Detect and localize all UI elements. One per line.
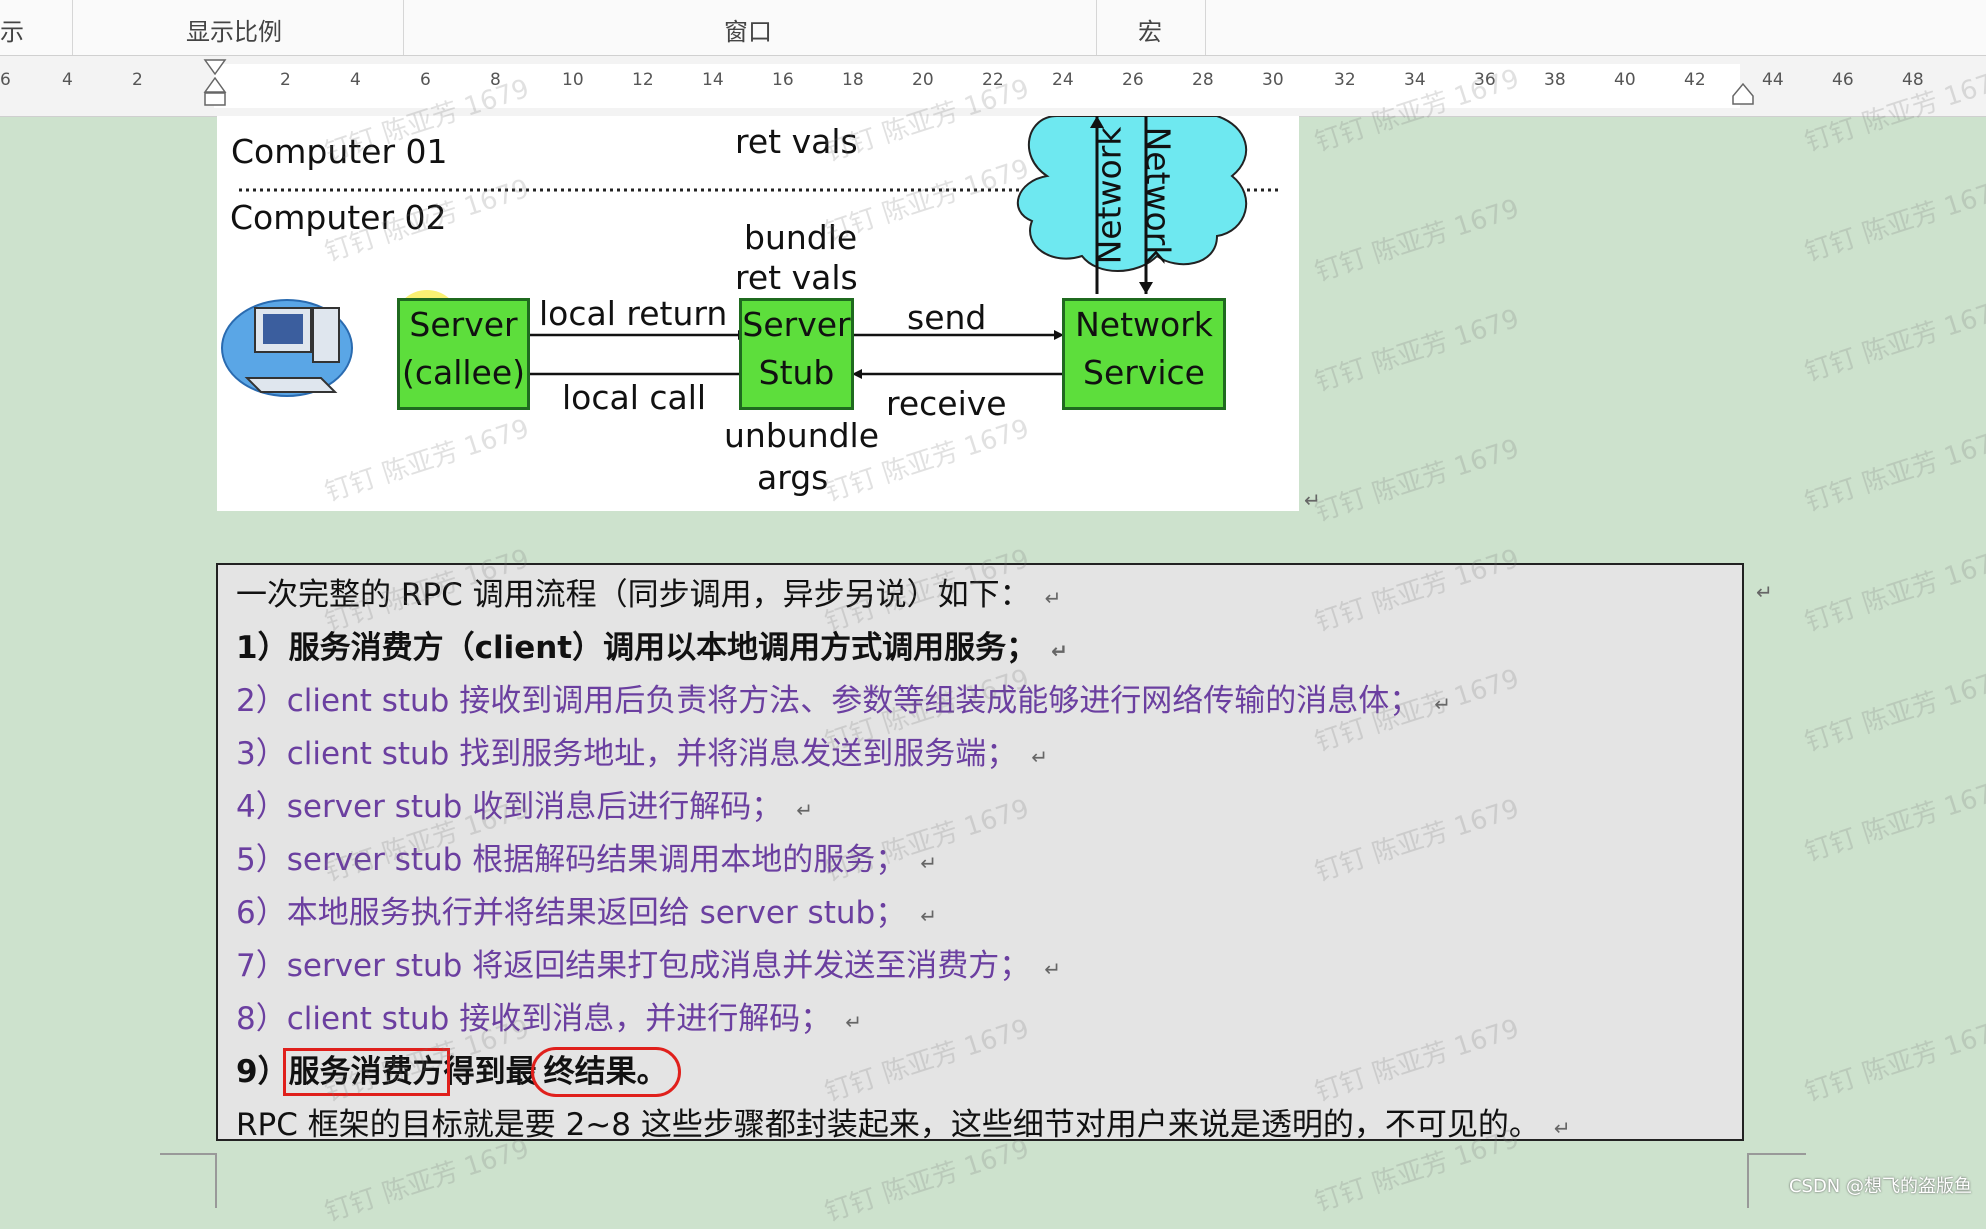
- step-1-text: 1）服务消费方（client）调用以本地调用方式调用服务；: [236, 630, 1038, 666]
- step-7-line: 7）server stub 将返回结果打包成消息并发送至消费方； ↵: [236, 940, 1061, 985]
- ruler-tick-label: 2: [132, 70, 143, 90]
- local-return-label: local return: [539, 294, 728, 333]
- paragraph-mark-icon: ↵: [1044, 586, 1062, 610]
- ribbon-group-show-label: 示: [0, 18, 24, 46]
- step-7-text: 7）server stub 将返回结果打包成消息并发送至消费方；: [236, 948, 1031, 984]
- ruler-tick-label: 46: [1832, 70, 1854, 90]
- ribbon-group-show[interactable]: 示: [0, 0, 73, 55]
- ruler-tick-label: 4: [62, 70, 73, 90]
- ruler-tick-label: 32: [1334, 70, 1356, 90]
- paragraph-mark-icon: ↵: [796, 798, 813, 822]
- step-2-text: 2）client stub 接收到调用后负责将方法、参数等组装成能够进行网络传输…: [236, 683, 1421, 719]
- rpc-diagram: Computer 01 Computer 02 ret vals bundle …: [217, 116, 1299, 511]
- watermark-text: 钉钉 陈亚芳 1679: [1801, 773, 1986, 869]
- ribbon-group-window[interactable]: 窗口: [404, 0, 1097, 55]
- paragraph-mark-icon: ↵: [1031, 745, 1048, 769]
- ruler-tick-label: 12: [632, 70, 654, 90]
- csdn-footer: CSDN @想飞的盗版鱼: [1788, 1176, 1972, 1197]
- paragraph-mark-icon: ↵: [845, 1010, 862, 1034]
- paragraph-mark-icon: ↵: [1756, 580, 1773, 604]
- local-call-label: local call: [562, 378, 707, 417]
- step-8-text: 8）client stub 接收到消息，并进行解码；: [236, 1001, 832, 1037]
- watermark-text: 钉钉 陈亚芳 1679: [1311, 303, 1523, 399]
- paragraph-mark-icon: ↵: [1553, 1116, 1571, 1140]
- ret-vals-label: ret vals: [735, 258, 858, 297]
- ribbon-group-window-label: 窗口: [724, 18, 772, 46]
- args-label: args: [757, 458, 829, 497]
- step-3-text: 3）client stub 找到服务地址，并将消息发送到服务端；: [236, 736, 1018, 772]
- paragraph-mark-icon: ↵: [1051, 639, 1068, 663]
- ruler-tick-label: 28: [1192, 70, 1214, 90]
- ruler-tick-label: 42: [1684, 70, 1706, 90]
- right-indent-marker-icon[interactable]: [1731, 78, 1755, 106]
- server-stub-line1: Server: [742, 305, 851, 344]
- ribbon-group-macro[interactable]: 宏: [1097, 0, 1206, 55]
- unbundle-label: unbundle: [724, 416, 880, 455]
- ruler-tick-label: 6: [420, 70, 431, 90]
- step-2-line: 2）client stub 接收到调用后负责将方法、参数等组装成能够进行网络传输…: [236, 675, 1451, 720]
- step-8-line: 8）client stub 接收到消息，并进行解码； ↵: [236, 993, 862, 1038]
- ribbon-group-zoom-label: 显示比例: [186, 18, 282, 46]
- step-3-line: 3）client stub 找到服务地址，并将消息发送到服务端； ↵: [236, 728, 1048, 773]
- ruler-tick-label: 30: [1262, 70, 1284, 90]
- summary-text: RPC 框架的目标就是要 2~8 这些步骤都封装起来，这些细节对用户来说是透明的…: [236, 1107, 1540, 1143]
- server-callee-box: Server (callee): [397, 298, 530, 410]
- watermark-text: 钉钉 陈亚芳 1679: [1311, 193, 1523, 289]
- ruler-tick-label: 2: [280, 70, 291, 90]
- ruler-tick-label: 38: [1544, 70, 1566, 90]
- ribbon-bar: 示 显示比例 窗口 宏: [0, 0, 1986, 56]
- paragraph-mark-icon: ↵: [920, 904, 937, 928]
- watermark-text: 钉钉 陈亚芳 1679: [1801, 293, 1986, 389]
- watermark-text: 钉钉 陈亚芳 1679: [1801, 423, 1986, 519]
- server-label: Server: [409, 305, 518, 344]
- network-label-down: Network: [1138, 126, 1178, 265]
- ruler-tick-label: 6: [0, 70, 11, 90]
- step-9-result-highlight: 终结果。: [530, 1047, 681, 1097]
- step-6-line: 6）本地服务执行并将结果返回给 server stub； ↵: [236, 887, 937, 932]
- ruler-tick-label: 40: [1614, 70, 1636, 90]
- watermark-text: 钉钉 陈亚芳 1679: [1801, 663, 1986, 759]
- ruler-tick-label: 18: [842, 70, 864, 90]
- summary-line: RPC 框架的目标就是要 2~8 这些步骤都封装起来，这些细节对用户来说是透明的…: [236, 1099, 1571, 1144]
- network-service-line2: Service: [1083, 353, 1205, 392]
- send-label: send: [907, 298, 987, 337]
- ruler-tick-label: 10: [562, 70, 584, 90]
- callee-label: (callee): [401, 353, 526, 392]
- step-9-number: 9）: [236, 1054, 289, 1090]
- ruler-tick-label: 20: [912, 70, 934, 90]
- left-indent-marker-icon[interactable]: [203, 56, 227, 116]
- ribbon-group-zoom[interactable]: 显示比例: [73, 0, 404, 55]
- ruler-tick-label: 14: [702, 70, 724, 90]
- network-label-up: Network: [1089, 126, 1129, 265]
- watermark-text: 钉钉 陈亚芳 1679: [1801, 543, 1986, 639]
- step-6-text: 6）本地服务执行并将结果返回给 server stub；: [236, 895, 907, 931]
- watermark-text: 钉钉 陈亚芳 1679: [1801, 1013, 1986, 1109]
- receive-label: receive: [886, 384, 1007, 423]
- page-corner-mark-left: [160, 1153, 217, 1208]
- network-service-box: Network Service: [1062, 298, 1226, 410]
- watermark-text: 钉钉 陈亚芳 1679: [1801, 173, 1986, 269]
- server-stub-line2: Stub: [758, 353, 835, 392]
- ruler-tick-label: 26: [1122, 70, 1144, 90]
- ruler-tick-label: 24: [1052, 70, 1074, 90]
- network-service-line1: Network: [1075, 305, 1213, 344]
- watermark-text: 钉钉 陈亚芳 1679: [1311, 433, 1523, 529]
- ruler-tick-label: 44: [1762, 70, 1784, 90]
- ruler-tick-label: 4: [350, 70, 361, 90]
- server-stub-box: Server Stub: [739, 298, 854, 410]
- computer-icon: [221, 299, 353, 397]
- paragraph-mark-icon: ↵: [1044, 957, 1061, 981]
- network-cloud-icon: [1016, 116, 1248, 272]
- ruler-tick-label: 16: [772, 70, 794, 90]
- ribbon-group-macro-label: 宏: [1138, 18, 1162, 46]
